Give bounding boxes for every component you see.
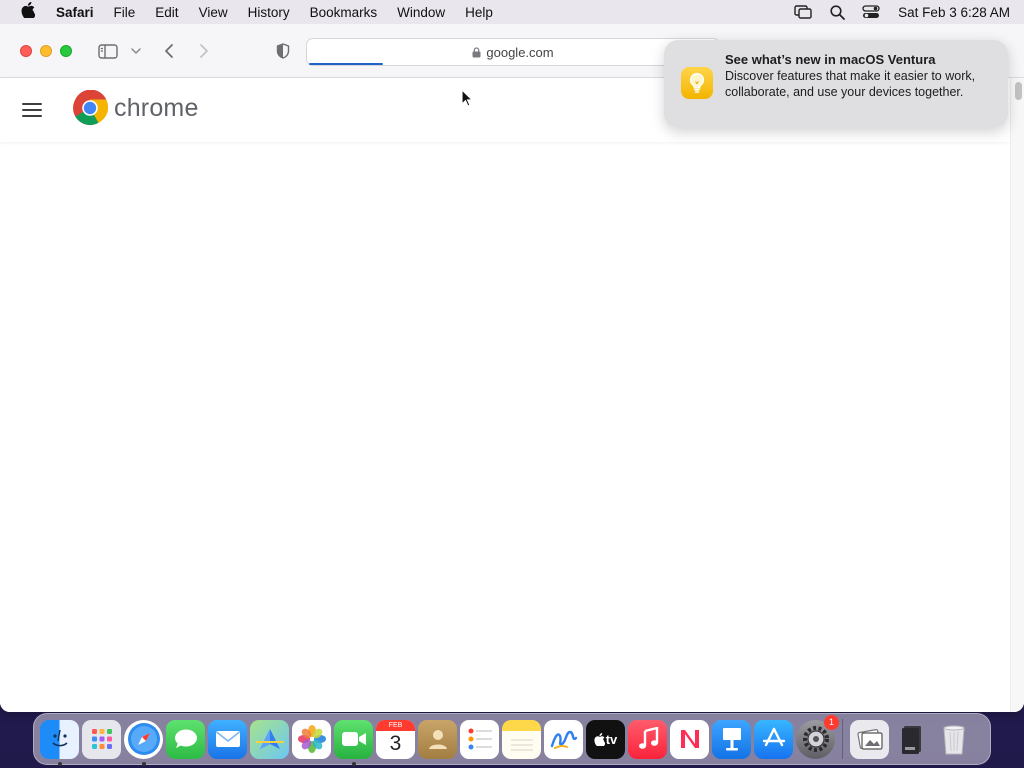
menu-view[interactable]: View <box>189 5 238 20</box>
music-note-icon <box>638 727 658 749</box>
chrome-logo[interactable]: chrome <box>72 90 199 126</box>
dock-apple-tv[interactable]: tv <box>586 719 625 759</box>
sidebar-toggle-button[interactable] <box>96 39 120 63</box>
dock-trash[interactable] <box>934 720 973 759</box>
back-button[interactable] <box>158 39 180 63</box>
maps-icon <box>255 729 284 749</box>
chevron-right-icon <box>200 44 208 58</box>
apple-tv-label: tv <box>605 731 618 747</box>
dock-messages[interactable] <box>166 719 205 759</box>
menu-bar: Safari File Edit View History Bookmarks … <box>0 0 1024 24</box>
running-indicator <box>142 761 146 766</box>
dock-freeform[interactable] <box>544 719 583 759</box>
dock-contacts[interactable] <box>418 719 457 759</box>
minimize-window-button[interactable] <box>40 45 52 57</box>
dock-reminders[interactable] <box>460 719 499 759</box>
page-scrollbar[interactable] <box>1010 78 1024 712</box>
running-indicator <box>58 761 62 766</box>
notification-badge: 1 <box>824 714 839 730</box>
news-icon <box>677 727 702 751</box>
dock-news[interactable] <box>670 719 709 759</box>
dock-separator <box>842 719 843 759</box>
notification-title: See what’s new in macOS Ventura <box>725 52 936 67</box>
calendar-day: 3 <box>389 731 402 755</box>
screen-mirroring-icon[interactable] <box>788 0 818 24</box>
apple-menu-icon[interactable] <box>16 1 40 22</box>
contacts-person-icon <box>428 730 447 749</box>
hamburger-menu-icon[interactable] <box>22 103 42 117</box>
dock-notes[interactable] <box>502 719 541 759</box>
photos-flower-icon <box>297 725 326 753</box>
menu-history[interactable]: History <box>238 5 300 20</box>
web-page: chrome <box>0 78 1010 712</box>
running-indicator <box>352 761 356 766</box>
notification-body: Discover features that make it easier to… <box>725 69 976 99</box>
dock-mail[interactable] <box>208 719 247 759</box>
dock-finder[interactable] <box>40 719 79 766</box>
trash-icon <box>942 725 965 755</box>
video-camera-icon <box>341 732 366 746</box>
dock-photos[interactable] <box>292 719 331 759</box>
freeform-squiggle-icon <box>550 730 577 749</box>
dock-safari[interactable] <box>124 719 163 766</box>
reminders-list-icon <box>468 728 492 750</box>
window-controls <box>20 45 72 57</box>
messages-icon <box>174 729 197 748</box>
finder-icon <box>51 729 68 747</box>
dock-app-store[interactable] <box>754 719 793 759</box>
dock-system-settings[interactable]: 1 <box>796 714 839 759</box>
dock-downloads-stack[interactable] <box>892 720 931 759</box>
dock-facetime[interactable] <box>334 719 373 766</box>
lock-icon <box>472 46 481 57</box>
app-store-icon <box>762 727 785 747</box>
menu-file[interactable]: File <box>104 5 146 20</box>
shield-icon <box>276 43 290 59</box>
menu-window[interactable]: Window <box>387 5 455 20</box>
dock-keynote[interactable] <box>712 719 751 759</box>
chrome-logo-icon <box>73 90 108 125</box>
zoom-window-button[interactable] <box>60 45 72 57</box>
page-load-progress <box>309 63 383 65</box>
tab-group-chevron-button[interactable] <box>128 39 144 63</box>
scrollbar-thumb[interactable] <box>1015 82 1022 100</box>
macos-ventura-notification[interactable]: See what’s new in macOS Ventura Discover… <box>664 40 1008 128</box>
menu-help[interactable]: Help <box>455 5 503 20</box>
chevron-down-icon <box>131 48 141 54</box>
dock-preview-app[interactable] <box>850 719 889 759</box>
keynote-podium-icon <box>722 728 741 751</box>
preview-photos-icon <box>856 729 883 750</box>
sidebar-icon <box>98 43 118 59</box>
dock-maps[interactable] <box>250 719 289 759</box>
control-center-icon[interactable] <box>856 0 886 24</box>
menu-edit[interactable]: Edit <box>145 5 188 20</box>
tips-lightbulb-icon <box>681 67 713 99</box>
document-stack-icon <box>901 726 921 754</box>
safari-compass-icon <box>127 723 160 755</box>
calendar-month: FEB <box>376 719 415 731</box>
dock-calendar[interactable]: FEB 3 <box>376 719 415 759</box>
privacy-report-button[interactable] <box>272 39 294 63</box>
menu-app-safari[interactable]: Safari <box>46 5 104 20</box>
dock-launchpad[interactable] <box>82 719 121 759</box>
spotlight-search-icon[interactable] <box>822 0 852 24</box>
launchpad-icon <box>91 729 112 749</box>
dock: FEB 3 tv 1 <box>33 713 991 766</box>
dock-music[interactable] <box>628 719 667 759</box>
address-text: google.com <box>486 44 554 60</box>
mail-envelope-icon <box>215 731 240 747</box>
apple-logo-icon <box>594 732 605 746</box>
close-window-button[interactable] <box>20 45 32 57</box>
chevron-left-icon <box>165 44 173 58</box>
menu-bookmarks[interactable]: Bookmarks <box>300 5 388 20</box>
mouse-cursor-icon <box>461 88 474 112</box>
chrome-logo-text: chrome <box>114 93 199 122</box>
notes-icon <box>510 739 533 751</box>
menu-bar-clock[interactable]: Sat Feb 3 6:28 AM <box>898 5 1010 20</box>
forward-button[interactable] <box>193 39 215 63</box>
address-bar[interactable]: google.com <box>306 38 720 66</box>
